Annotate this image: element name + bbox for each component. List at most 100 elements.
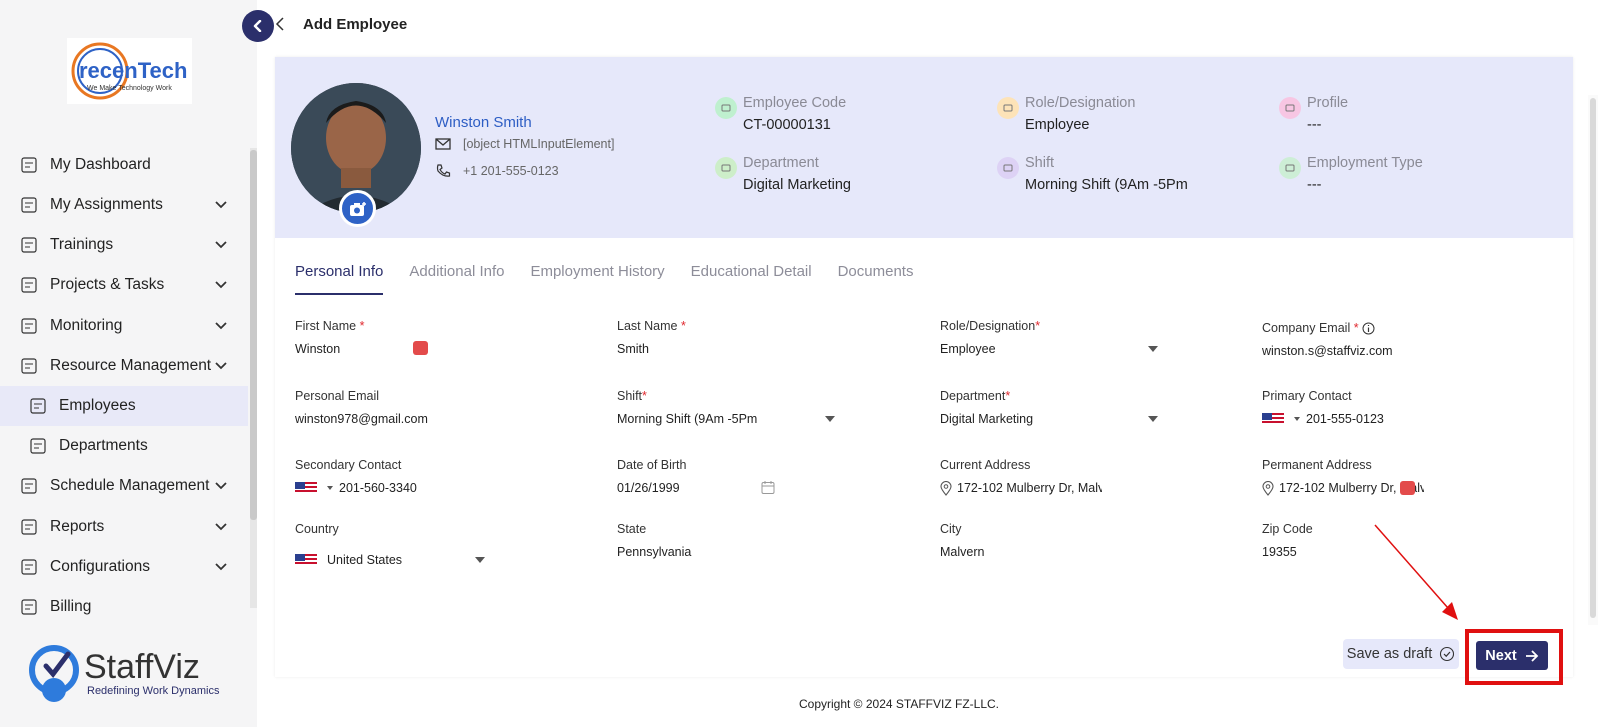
- permanent-address-field[interactable]: Permanent Address 172-102 Mulberry Dr, M…: [1262, 458, 1562, 496]
- calendar-icon: [18, 475, 40, 497]
- city-label: City: [940, 522, 962, 536]
- svg-text:We Make Technology Work: We Make Technology Work: [87, 85, 172, 92]
- page-scrollbar-thumb[interactable]: [1590, 98, 1596, 618]
- last-name-input[interactable]: Smith: [617, 341, 917, 357]
- sidebar-item-my-assignments[interactable]: My Assignments: [0, 185, 248, 225]
- current-address-field[interactable]: Current Address 172-102 Mulberry Dr, Mal…: [940, 458, 1240, 496]
- department-field[interactable]: Department* Digital Marketing: [940, 389, 1240, 427]
- chevron-down-icon[interactable]: [214, 318, 228, 337]
- required-mark: *: [1353, 321, 1359, 335]
- chevron-down-icon: [825, 416, 835, 422]
- stat-department: Department Digital Marketing: [715, 155, 851, 193]
- country-code-caret-icon[interactable]: [327, 486, 333, 490]
- shift-field[interactable]: Shift* Morning Shift (9Am -5Pm: [617, 389, 917, 427]
- company-email-field[interactable]: Company Email * winston.s@staffviz.com: [1262, 321, 1562, 359]
- save-as-draft-button[interactable]: Save as draft: [1343, 639, 1459, 669]
- sidebar-item-employees[interactable]: Employees: [0, 386, 248, 426]
- us-flag-icon[interactable]: [295, 482, 317, 494]
- stat-icon: [715, 157, 737, 179]
- role-designation-field[interactable]: Role/Designation* Employee: [940, 319, 1240, 357]
- annotation-arrow: [1374, 524, 1458, 620]
- sidebar-item-projects-tasks[interactable]: Projects & Tasks: [0, 265, 248, 305]
- stat-value: Digital Marketing: [743, 177, 851, 193]
- date-of-birth-field[interactable]: Date of Birth 01/26/1999: [617, 458, 917, 496]
- last-name-field[interactable]: Last Name * Smith: [617, 319, 917, 357]
- sidebar-collapse-button[interactable]: [242, 10, 274, 42]
- sidebar-item-billing[interactable]: Billing: [0, 587, 248, 615]
- state-field[interactable]: State Pennsylvania: [617, 522, 917, 560]
- shift-select[interactable]: Morning Shift (9Am -5Pm: [617, 411, 917, 427]
- personal-email-input[interactable]: winston978@gmail.com: [295, 411, 595, 427]
- chevron-down-icon[interactable]: [214, 277, 228, 296]
- stat-icon: [1279, 157, 1301, 179]
- country-code-caret-icon[interactable]: [1294, 417, 1300, 421]
- chevron-down-icon[interactable]: [214, 478, 228, 497]
- stat-profile: Profile ---: [1279, 95, 1348, 133]
- first-name-input[interactable]: Winston: [295, 341, 595, 357]
- save-as-draft-label: Save as draft: [1346, 646, 1433, 662]
- us-flag-icon: [295, 554, 317, 566]
- password-manager-icon[interactable]: [413, 341, 428, 355]
- sidebar-scrollbar-thumb[interactable]: [250, 150, 257, 520]
- chevron-down-icon[interactable]: [214, 237, 228, 256]
- chevron-down-icon[interactable]: [214, 358, 228, 377]
- sidebar-item-reports[interactable]: Reports: [0, 507, 248, 547]
- first-name-field[interactable]: First Name * Winston: [295, 319, 595, 357]
- stat-employee-code: Employee Code CT-00000131: [715, 95, 846, 133]
- permanent-address-label: Permanent Address: [1262, 458, 1372, 472]
- sidebar-item-configurations[interactable]: Configurations: [0, 547, 248, 587]
- gear-icon: [18, 556, 40, 578]
- country-select[interactable]: United States: [295, 552, 595, 568]
- current-address-input[interactable]: 172-102 Mulberry Dr, Malv: [940, 480, 1240, 496]
- dob-input[interactable]: 01/26/1999: [617, 480, 917, 496]
- primary-contact-input[interactable]: 201-555-0123: [1262, 411, 1562, 427]
- check-circle-icon: [1440, 646, 1455, 662]
- permanent-address-input[interactable]: 172-102 Mulberry Dr, Malv: [1262, 480, 1562, 496]
- report-icon: [18, 516, 40, 538]
- tab-educational-detail[interactable]: Educational Detail: [691, 263, 812, 295]
- calendar-icon[interactable]: [761, 480, 775, 495]
- primary-contact-field[interactable]: Primary Contact 201-555-0123: [1262, 389, 1562, 427]
- required-mark: *: [642, 389, 647, 403]
- role-select[interactable]: Employee: [940, 341, 1240, 357]
- tab-additional-info[interactable]: Additional Info: [409, 263, 504, 295]
- sidebar-item-schedule-management[interactable]: Schedule Management: [0, 466, 248, 506]
- page-title: Add Employee: [303, 16, 408, 33]
- us-flag-icon[interactable]: [1262, 413, 1284, 425]
- svg-text:Redefining Work Dynamics: Redefining Work Dynamics: [87, 685, 220, 697]
- stat-icon: [1279, 97, 1301, 119]
- secondary-contact-input[interactable]: 201-560-3340: [295, 480, 595, 496]
- city-field[interactable]: City Malvern: [940, 522, 1240, 560]
- country-label: Country: [295, 522, 339, 536]
- password-manager-icon[interactable]: [1400, 481, 1415, 495]
- tab-personal-info[interactable]: Personal Info: [295, 263, 384, 295]
- secondary-contact-field[interactable]: Secondary Contact 201-560-3340: [295, 458, 595, 496]
- sidebar-item-monitoring[interactable]: Monitoring: [0, 306, 248, 346]
- sidebar-item-resource-management[interactable]: Resource Management: [0, 346, 248, 386]
- tab-employment-history[interactable]: Employment History: [530, 263, 664, 295]
- city-input[interactable]: Malvern: [940, 544, 1240, 560]
- tab-documents[interactable]: Documents: [838, 263, 914, 295]
- resource-icon: [18, 355, 40, 377]
- stat-shift: Shift Morning Shift (9Am -5Pm: [997, 155, 1188, 193]
- state-input[interactable]: Pennsylvania: [617, 544, 917, 560]
- chevron-down-icon[interactable]: [214, 519, 228, 538]
- dashboard-icon: [18, 154, 40, 176]
- department-select[interactable]: Digital Marketing: [940, 411, 1240, 427]
- chevron-down-icon[interactable]: [214, 197, 228, 216]
- country-field[interactable]: Country United States: [295, 522, 595, 568]
- upload-photo-button[interactable]: [339, 190, 376, 227]
- company-email-input[interactable]: winston.s@staffviz.com: [1262, 343, 1562, 359]
- company-email-label: Company Email: [1262, 321, 1351, 335]
- first-name-value: Winston: [295, 342, 341, 356]
- sidebar-item-trainings[interactable]: Trainings: [0, 225, 248, 265]
- info-icon[interactable]: [1362, 322, 1375, 335]
- personal-email-field[interactable]: Personal Email winston978@gmail.com: [295, 389, 595, 427]
- copyright-footer: Copyright © 2024 STAFFVIZ FZ-LLC.: [798, 697, 999, 711]
- role-label: Role/Designation: [940, 319, 1036, 333]
- sidebar-item-label: Departments: [59, 437, 148, 454]
- sidebar-item-departments[interactable]: Departments: [0, 426, 248, 466]
- back-button[interactable]: [275, 16, 285, 37]
- chevron-down-icon[interactable]: [214, 559, 228, 578]
- sidebar-item-my-dashboard[interactable]: My Dashboard: [0, 145, 248, 185]
